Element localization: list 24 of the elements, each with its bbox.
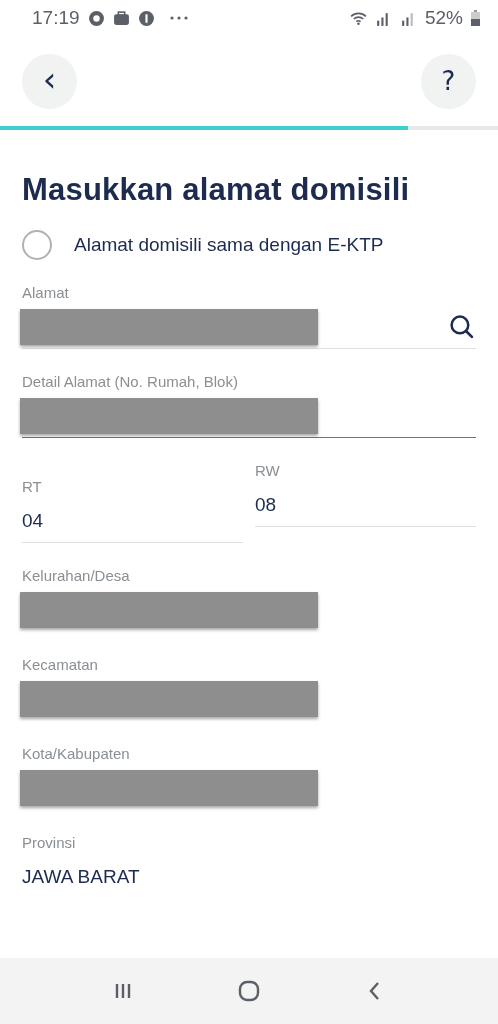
search-icon[interactable] [449, 314, 474, 339]
field-label: Alamat [22, 284, 70, 301]
help-button[interactable]: ? [421, 53, 476, 109]
back-button[interactable]: ‹ [22, 53, 77, 109]
input-field[interactable]: 08 [255, 483, 476, 527]
briefcase-icon [112, 9, 130, 27]
field-label: Kecamatan [22, 656, 99, 673]
field-label: Kelurahan/Desa [22, 567, 131, 584]
input-field[interactable]: 04 [22, 499, 243, 543]
field-label: Detail Alamat (No. Rumah, Blok) [22, 373, 239, 390]
field-label: RT [22, 478, 43, 495]
field-label: Provinsi [22, 834, 77, 851]
page-title: Masukkan alamat domisili [22, 172, 411, 208]
more-icon [168, 15, 189, 21]
status-time: 17:19 [32, 7, 80, 29]
radio-button[interactable] [22, 230, 52, 260]
home-icon[interactable] [237, 979, 261, 1003]
field-label: Kota/Kabupaten [22, 745, 131, 762]
radio-label: Alamat domisili sama dengan E-KTP [74, 234, 384, 256]
app-icon [137, 9, 155, 27]
field-label: RW [255, 462, 281, 479]
input-field[interactable]: JAWA BARAT [22, 855, 476, 899]
battery-icon [471, 10, 480, 26]
battery-percent: 52% [424, 7, 463, 29]
